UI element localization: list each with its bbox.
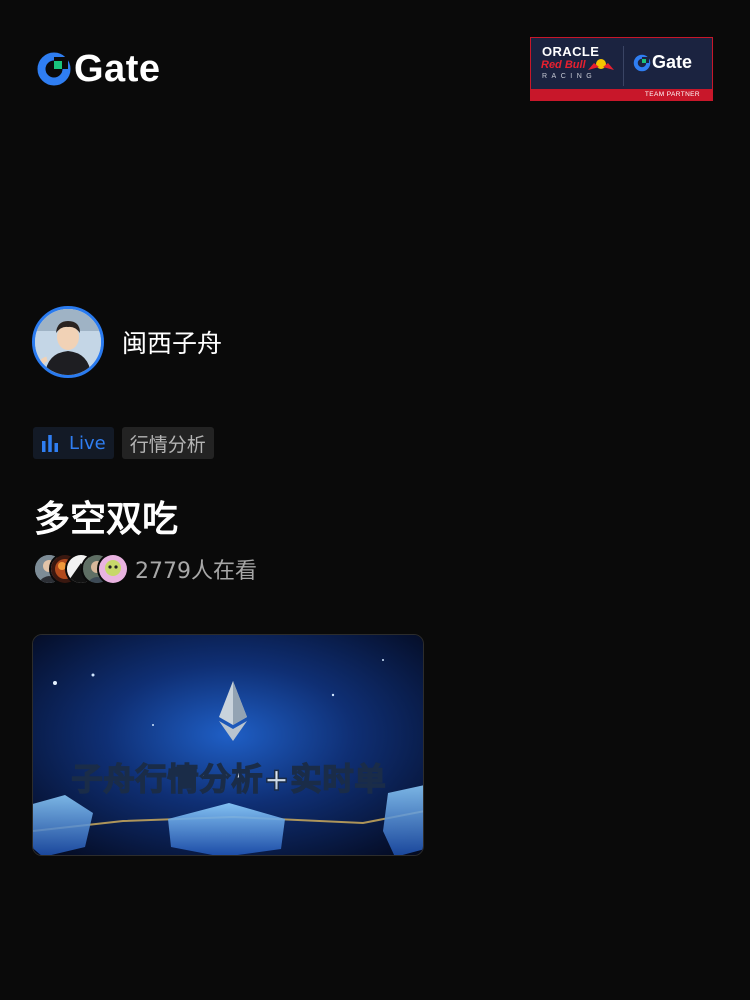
host-avatar-image xyxy=(35,309,101,375)
gate-logo-icon xyxy=(37,52,71,86)
thumbnail-title-text: 子舟行情分析+实时单 xyxy=(72,762,387,798)
partner-gate-text: Gate xyxy=(652,52,693,72)
logo-text: Gate xyxy=(74,48,161,90)
stream-thumbnail[interactable]: 子舟行情分析+实时单 xyxy=(32,634,424,856)
category-tag[interactable]: 行情分析 xyxy=(121,427,214,459)
live-label: Live xyxy=(69,432,106,454)
viewer-avatar-stack xyxy=(33,553,129,585)
host-avatar[interactable] xyxy=(32,306,104,378)
viewer-info: 2779人在看 xyxy=(33,553,257,585)
viewer-avatar xyxy=(97,553,129,585)
live-bars-icon xyxy=(42,435,58,452)
live-badge: Live xyxy=(33,427,114,459)
racing-wordmark: RACING xyxy=(542,73,597,80)
partner-gate-logo: Gate xyxy=(633,52,692,73)
host-info[interactable]: 闽西子舟 xyxy=(32,306,222,378)
host-name[interactable]: 闽西子舟 xyxy=(122,324,222,360)
viewer-count: 2779人在看 xyxy=(135,559,257,584)
team-partner-label: TEAM PARTNER xyxy=(531,89,712,100)
team-partner-badge: ORACLE Red Bull RACING Gate TEAM PARTNER xyxy=(530,37,713,101)
gate-small-icon xyxy=(633,54,651,71)
stream-title: 多空双吃 xyxy=(34,499,179,540)
redbull-wordmark: Red Bull xyxy=(541,59,586,71)
stream-tags: Live 行情分析 xyxy=(33,427,214,459)
live-room-page: Gate ORACLE Red Bull RACING Gate TEAM PA… xyxy=(0,0,750,1000)
oracle-wordmark: ORACLE xyxy=(542,44,600,59)
gate-logo: Gate xyxy=(36,50,160,88)
thumbnail-title-art: 子舟行情分析+实时单 xyxy=(71,761,387,799)
badge-divider xyxy=(623,46,624,86)
bull-logo-icon xyxy=(588,59,614,70)
